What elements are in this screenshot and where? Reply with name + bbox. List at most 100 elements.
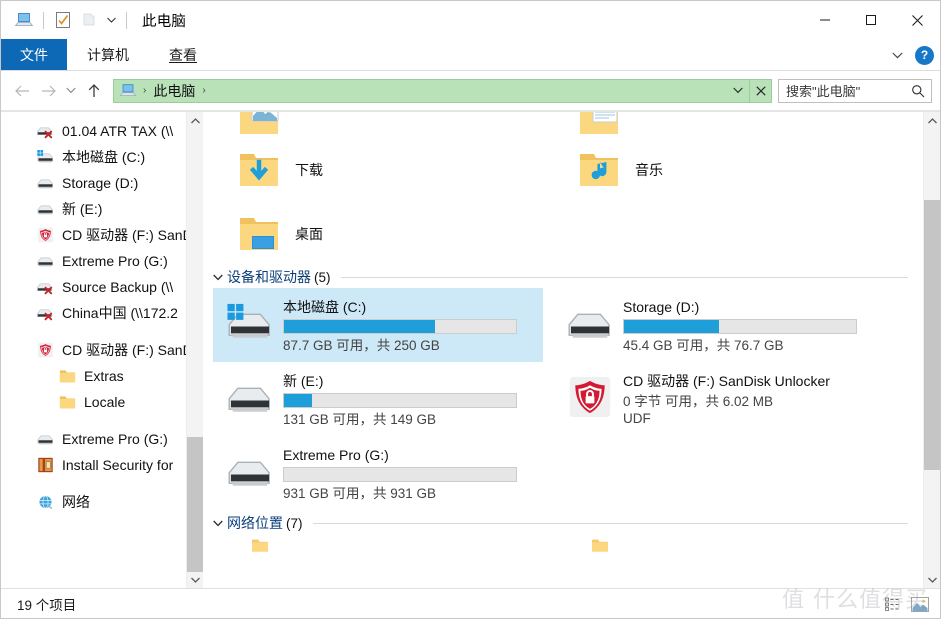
sidebar-item[interactable]: Storage (D:) (1, 170, 203, 196)
devices-group-label: 设备和驱动器 (227, 269, 311, 285)
sidebar-item-label: Extreme Pro (G:) (62, 253, 168, 269)
search-box[interactable]: 搜索"此电脑" (778, 78, 932, 103)
sidebar-item[interactable]: 01.04 ATR TAX (\\ (1, 118, 203, 144)
locked-drive-icon (561, 368, 619, 426)
drive-tile[interactable]: 新 (E:) 131 GB 可用，共 149 GB (213, 362, 543, 436)
close-button[interactable] (894, 1, 940, 39)
sidebar-scroll-up-icon[interactable] (187, 112, 203, 129)
sidebar-scroll-down-icon[interactable] (187, 571, 203, 588)
large-icons-view-button[interactable] (908, 593, 932, 615)
drive-capacity-label: 0 字节 可用，共 6.02 MB (623, 394, 774, 409)
tab-computer[interactable]: 计算机 (67, 39, 149, 70)
folder-tile[interactable] (213, 112, 543, 138)
chevron-down-icon[interactable] (888, 52, 907, 59)
sidebar-item[interactable]: China中国 (\\172.2 (1, 300, 203, 326)
pictures-folder-icon (231, 112, 289, 138)
drive-capacity-bar (283, 393, 517, 408)
content-scroll-down-icon[interactable] (924, 571, 940, 588)
drive-tile[interactable]: 本地磁盘 (C:) 87.7 GB 可用，共 250 GB (213, 288, 543, 362)
sidebar-item[interactable]: CD 驱动器 (F:) SanD (1, 222, 203, 248)
recent-locations-button[interactable] (61, 78, 81, 104)
sidebar-item[interactable]: CD 驱动器 (F:) SanDi (1, 337, 203, 363)
sidebar-scrollbar[interactable] (186, 112, 203, 588)
sidebar-item[interactable]: Extras (1, 363, 203, 389)
window-title: 此电脑 (142, 13, 187, 30)
sidebar-item-label: 01.04 ATR TAX (\\ (62, 123, 174, 139)
folder-icon (57, 393, 77, 411)
address-bar-controls (727, 79, 771, 102)
tab-file[interactable]: 文件 (1, 39, 67, 70)
folder-tile[interactable]: 音乐 (553, 138, 883, 202)
content-scrollbar-thumb[interactable] (924, 200, 940, 470)
network-tile-partial[interactable] (553, 534, 883, 558)
folder-tile[interactable]: 桌面 (213, 202, 543, 266)
sidebar-item-label: CD 驱动器 (F:) SanD (62, 227, 193, 243)
content-scrollbar[interactable] (923, 112, 940, 588)
documents-folder-icon (571, 112, 629, 138)
chevron-down-icon[interactable] (209, 274, 227, 281)
content-scroll-up-icon[interactable] (924, 112, 940, 129)
sidebar-item-label: Source Backup (\\ (62, 279, 174, 295)
sidebar-item[interactable]: 新 (E:) (1, 196, 203, 222)
sidebar-item-label: Install Security for (62, 457, 174, 473)
maximize-button[interactable] (848, 1, 894, 39)
drive-icon (35, 174, 55, 192)
search-input[interactable]: 搜索"此电脑" (786, 81, 909, 100)
folder-tile-label: 音乐 (635, 162, 663, 178)
address-history-chevron-icon[interactable] (727, 80, 749, 102)
breadcrumb-item-this-pc[interactable]: 此电脑 (150, 81, 198, 101)
sidebar-item-label: CD 驱动器 (F:) SanDi (62, 342, 196, 358)
drive-capacity-fill (284, 394, 312, 407)
network-tile-partial[interactable] (213, 534, 543, 558)
sidebar-item[interactable]: Extreme Pro (G:) (1, 426, 203, 452)
sidebar-item[interactable]: Install Security for (1, 452, 203, 478)
folder-tile[interactable] (553, 112, 883, 138)
drive-capacity-bar (283, 467, 517, 482)
sidebar-item-label: Extreme Pro (G:) (62, 431, 168, 447)
forward-button[interactable] (35, 78, 61, 104)
drive-icon (221, 368, 279, 426)
sidebar-item[interactable]: 本地磁盘 (C:) (1, 144, 203, 170)
breadcrumb-separator-1[interactable]: › (198, 85, 209, 96)
desktop-folder-icon (231, 208, 289, 260)
this-pc-icon[interactable] (11, 7, 37, 33)
sidebar-item[interactable]: Extreme Pro (G:) (1, 248, 203, 274)
drive-capacity-fill (624, 320, 720, 333)
drive-tile-body: Extreme Pro (G:) 931 GB 可用，共 931 GB (279, 442, 539, 502)
tab-view[interactable]: 查看 (149, 39, 217, 70)
sidebar-item[interactable]: Source Backup (\\ (1, 274, 203, 300)
devices-group-header[interactable]: 设备和驱动器 (5) (203, 266, 922, 288)
group-rule (340, 276, 908, 278)
address-bar[interactable]: › 此电脑 › (113, 78, 772, 103)
navigation-pane: 01.04 ATR TAX (\\ 本地磁盘 (C:) Storage (D:)… (1, 112, 203, 588)
new-folder-icon[interactable] (76, 7, 102, 33)
drive-filesystem-label: UDF (623, 411, 651, 426)
tree-group-spacer (1, 326, 203, 337)
folder-tile-label: 下载 (295, 162, 323, 178)
properties-icon[interactable] (50, 7, 76, 33)
sidebar-item[interactable]: Locale (1, 389, 203, 415)
windows-drive-icon (221, 294, 279, 352)
drive-tile[interactable]: Extreme Pro (G:) 931 GB 可用，共 931 GB (213, 436, 543, 510)
address-refresh-close-icon[interactable] (749, 79, 771, 102)
drive-tile[interactable]: Storage (D:) 45.4 GB 可用，共 76.7 GB (553, 288, 883, 362)
drive-icon (35, 430, 55, 448)
network-group-header[interactable]: 网络位置 (7) (203, 512, 922, 534)
minimize-button[interactable] (802, 1, 848, 39)
details-view-button[interactable] (881, 593, 905, 615)
network-drive-disconnected-icon (35, 304, 55, 322)
drive-tile-body: CD 驱动器 (F:) SanDisk Unlocker 0 字节 可用，共 6.… (619, 368, 879, 427)
status-bar: 19 个项目 (1, 588, 940, 618)
sidebar-scrollbar-thumb[interactable] (187, 437, 203, 572)
breadcrumb-separator-0[interactable]: › (139, 85, 150, 96)
file-list-pane[interactable]: 下载 音乐 桌面 设备和驱动器 (5) 本地磁盘 (C:) 87.7 GB 可用… (203, 112, 940, 588)
up-button[interactable] (81, 78, 107, 104)
folder-tile[interactable]: 下载 (213, 138, 543, 202)
search-icon[interactable] (909, 84, 927, 98)
chevron-down-icon[interactable] (209, 520, 227, 527)
back-button[interactable] (9, 78, 35, 104)
sidebar-item[interactable]: 网络 (1, 489, 203, 515)
help-icon[interactable]: ? (915, 45, 934, 65)
customize-caret-icon[interactable] (102, 8, 120, 32)
drive-tile[interactable]: CD 驱动器 (F:) SanDisk Unlocker 0 字节 可用，共 6.… (553, 362, 883, 436)
